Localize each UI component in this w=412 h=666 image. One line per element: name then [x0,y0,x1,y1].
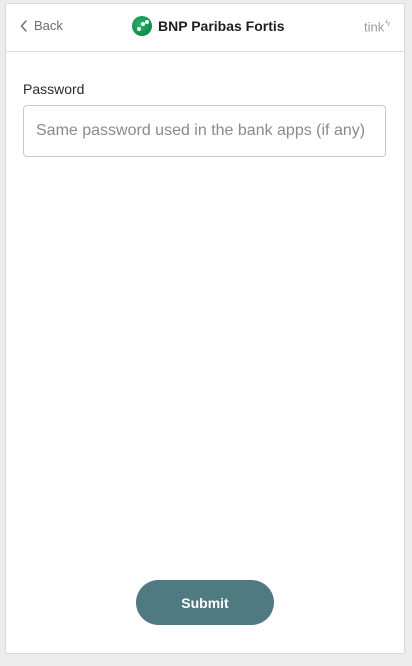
chevron-left-icon [20,19,28,32]
bank-name: BNP Paribas Fortis [158,18,285,34]
password-label: Password [23,81,85,97]
back-label: Back [34,18,63,33]
password-input[interactable] [23,105,386,157]
back-button[interactable]: Back [20,18,63,33]
tink-logo-icon: tinkϟ [364,18,390,35]
bank-brand: BNP Paribas Fortis [132,16,285,36]
provider-name: tink [364,19,385,35]
submit-button[interactable]: Submit [136,580,274,625]
bnp-paribas-logo-icon [132,16,152,36]
header-bar: Back BNP Paribas Fortis tinkϟ [6,4,404,52]
app-frame: Back BNP Paribas Fortis tinkϟ Password S… [5,3,405,654]
